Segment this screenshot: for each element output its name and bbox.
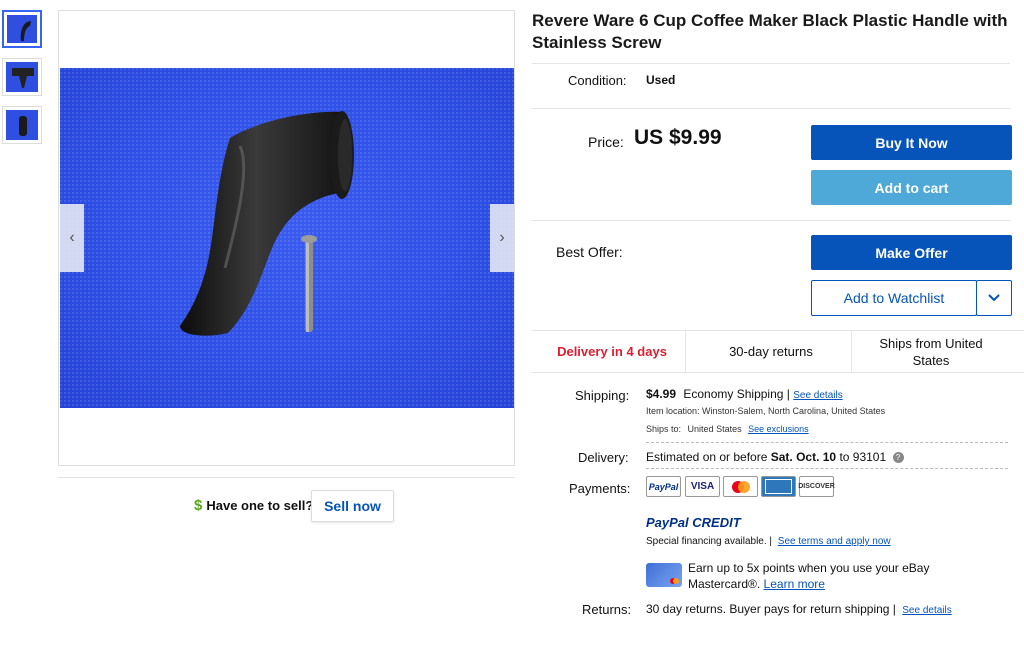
delivery-date: Sat. Oct. 10: [770, 450, 837, 464]
ships-to-value: United States: [687, 424, 742, 434]
delivery-estimate: Estimated on or before Sat. Oct. 10 to 9…: [646, 450, 904, 464]
discover-card-icon: DISCOVER: [798, 476, 835, 497]
thumbnail-3[interactable]: [2, 106, 42, 144]
item-location: Item location: Winston-Salem, North Caro…: [646, 406, 886, 416]
mastercard-promo: Earn up to 5x points when you use your e…: [688, 560, 929, 592]
paypal-card-icon: PayPal: [646, 476, 681, 497]
delivery-prefix: Estimated on or before: [646, 450, 771, 464]
chevron-left-icon: ‹: [69, 229, 75, 246]
see-exclusions-link[interactable]: See exclusions: [748, 424, 809, 434]
thumbnail-2-image: [6, 62, 38, 92]
dollar-icon: $: [194, 497, 203, 514]
add-to-watchlist-button[interactable]: Add to Watchlist: [811, 280, 977, 316]
shipping-dotted-divider: [646, 442, 1008, 443]
prev-image-button[interactable]: ‹: [60, 204, 84, 272]
paypal-card-label: PayPal: [648, 481, 679, 492]
sell-prompt: $ Have one to sell?: [194, 497, 313, 514]
visa-card-icon: VISA: [685, 476, 720, 497]
delivery-highlight: Delivery in 4 days: [557, 344, 667, 359]
amex-card-icon: [761, 476, 796, 497]
ships-from-highlight: Ships from United States: [879, 336, 983, 368]
mastercard-promo-line2: Mastercard®.: [688, 577, 761, 591]
delivery-suffix: to 93101: [836, 450, 887, 464]
ships-to-label: Ships to:: [646, 424, 682, 434]
discover-card-label: DISCOVER: [798, 483, 835, 490]
mastercard-promo-line1: Earn up to 5x points when you use your e…: [688, 561, 930, 575]
price-divider: [532, 220, 1010, 221]
condition-value: Used: [646, 73, 676, 87]
condition-label: Condition:: [568, 73, 627, 88]
best-offer-label: Best Offer:: [556, 244, 623, 260]
terms-apply-link[interactable]: See terms and apply now: [778, 536, 891, 547]
title-divider: [532, 63, 1010, 64]
delivery-label: Delivery:: [578, 450, 629, 465]
financing-text: Special financing available. |: [646, 536, 773, 547]
learn-more-link[interactable]: Learn more: [764, 577, 825, 591]
amex-logo: [765, 479, 792, 494]
shipping-method: Economy Shipping |: [683, 387, 790, 401]
ebay-mastercard-icon: [646, 563, 682, 587]
mastercard-logo: [731, 480, 750, 493]
add-to-cart-button[interactable]: Add to cart: [811, 170, 1012, 205]
returns-highlight: 30-day returns: [729, 344, 813, 359]
product-title: Revere Ware 6 Cup Coffee Maker Black Pla…: [532, 11, 1008, 52]
shipping-line: $4.99 Economy Shipping | See details: [646, 387, 843, 401]
paypal-credit-logo: PayPal CREDIT: [646, 515, 741, 530]
price-label: Price:: [588, 134, 624, 150]
watchlist-dropdown-button[interactable]: [976, 280, 1012, 316]
ships-to-line: Ships to: United States See exclusions: [646, 424, 809, 434]
thumbnail-1-image: [7, 15, 37, 43]
payments-label: Payments:: [569, 481, 631, 496]
returns-text: 30 day returns. Buyer pays for return sh…: [646, 602, 896, 616]
mastercard-card-icon: [723, 476, 758, 497]
coffee-handle-image: [180, 111, 354, 336]
buy-it-now-button[interactable]: Buy It Now: [811, 125, 1012, 160]
sell-now-button[interactable]: Sell now: [311, 490, 394, 522]
help-icon[interactable]: ?: [892, 452, 904, 464]
highlights-bottom-divider: [532, 372, 1024, 373]
visa-card-label: VISA: [690, 481, 715, 492]
thumbnail-2[interactable]: [2, 58, 42, 96]
next-image-button[interactable]: ›: [490, 204, 514, 272]
returns-details-link[interactable]: See details: [902, 605, 951, 616]
product-photo[interactable]: [60, 68, 514, 408]
sell-prompt-text: Have one to sell?: [206, 498, 314, 513]
chevron-right-icon: ›: [499, 229, 505, 246]
shipping-cost: $4.99: [646, 387, 677, 401]
add-to-watchlist-label: Add to Watchlist: [843, 290, 945, 306]
chevron-down-icon: [988, 291, 1000, 305]
thumbnail-1[interactable]: [2, 10, 42, 48]
returns-label: Returns:: [582, 602, 632, 617]
financing-line: Special financing available. | See terms…: [646, 536, 891, 547]
condition-divider: [532, 108, 1010, 109]
price-value: US $9.99: [634, 126, 722, 149]
shipping-label: Shipping:: [575, 388, 630, 403]
sell-divider: [58, 477, 515, 478]
delivery-dotted-divider: [646, 468, 1008, 469]
shipping-details-link[interactable]: See details: [793, 390, 842, 401]
make-offer-button[interactable]: Make Offer: [811, 235, 1012, 270]
returns-line: 30 day returns. Buyer pays for return sh…: [646, 602, 952, 616]
thumbnail-3-image: [6, 110, 38, 140]
highlights-top-divider: [532, 330, 1024, 331]
